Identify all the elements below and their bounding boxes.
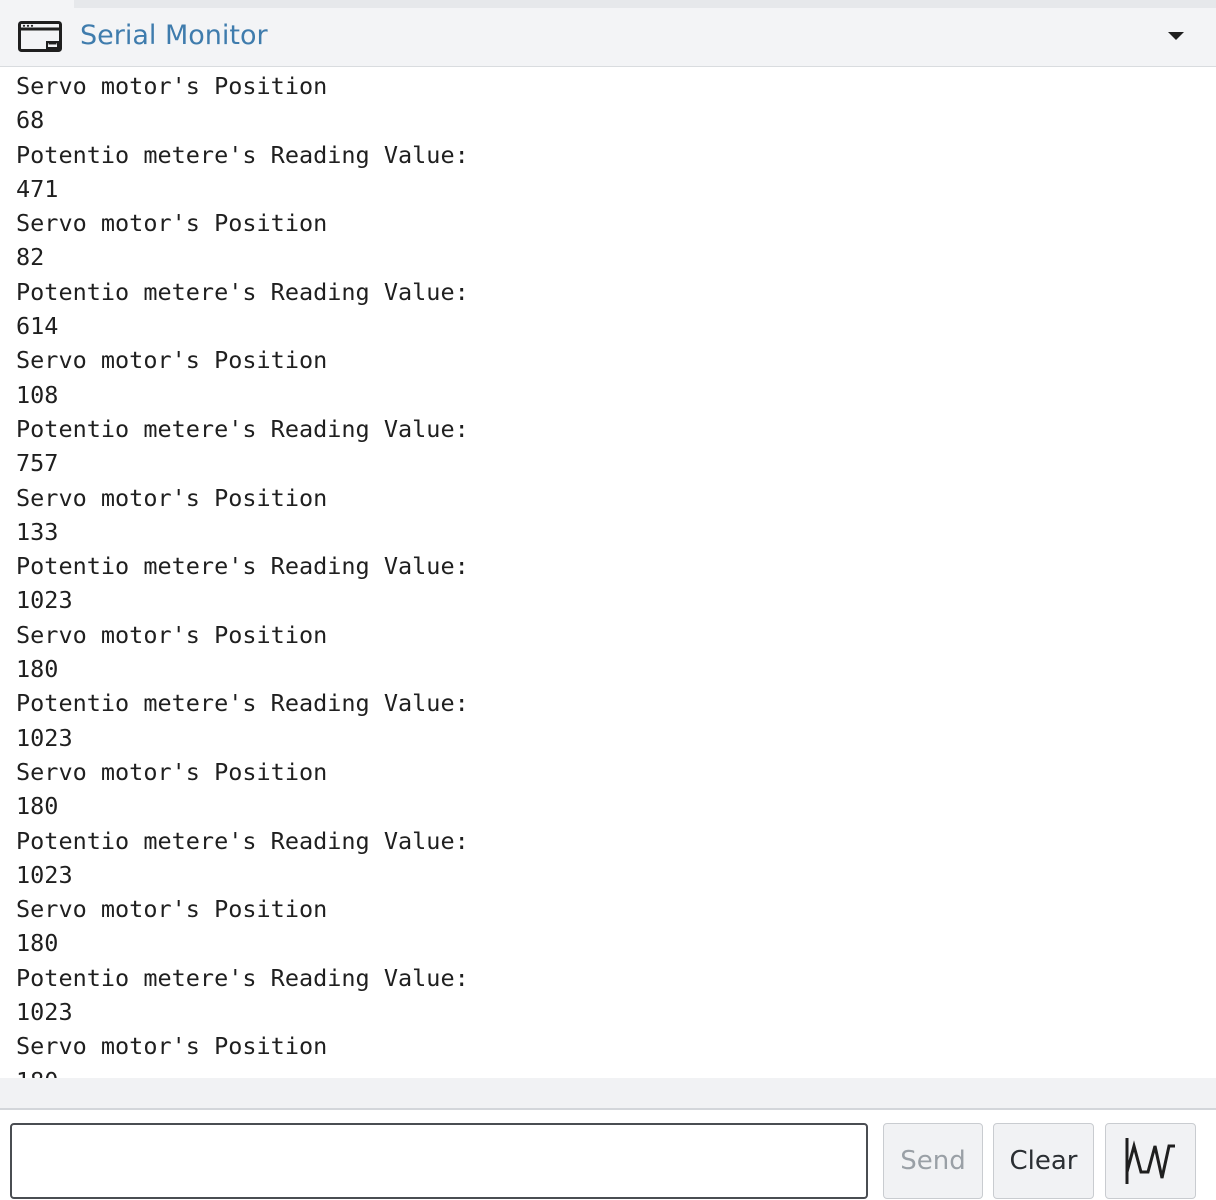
output-line: Servo motor's Position — [16, 895, 328, 924]
output-line: 614 — [16, 312, 59, 341]
top-strip — [0, 0, 1216, 8]
output-line: Potentio metere's Reading Value: — [16, 689, 469, 718]
output-line: Servo motor's Position — [16, 757, 328, 786]
panel-title: Serial Monitor — [80, 20, 268, 51]
output-line: 180 — [16, 929, 59, 958]
output-line: 180 — [16, 655, 59, 684]
output-line: 180 — [16, 792, 59, 821]
clear-button-label: Clear — [1009, 1146, 1078, 1176]
clear-button[interactable]: Clear — [993, 1123, 1094, 1199]
send-button[interactable]: Send — [883, 1123, 983, 1199]
output-line: 1023 — [16, 586, 73, 615]
send-button-label: Send — [900, 1146, 966, 1176]
tab-stub — [0, 0, 74, 8]
output-line: 108 — [16, 380, 59, 409]
output-line: Potentio metere's Reading Value: — [16, 552, 469, 581]
output-line: 68 — [16, 106, 45, 135]
output-lines: Servo motor's Position 68 Potentio metere'… — [16, 69, 469, 1078]
output-line: 133 — [16, 517, 59, 546]
output-line: Potentio metere's Reading Value: — [16, 826, 469, 855]
output-line: Potentio metere's Reading Value: — [16, 414, 469, 443]
message-input[interactable] — [10, 1123, 868, 1199]
serial-plotter-icon — [1125, 1138, 1175, 1184]
output-input-separator — [0, 1078, 1216, 1110]
output-line: Potentio metere's Reading Value: — [16, 140, 469, 169]
output-line: Servo motor's Position — [16, 72, 328, 100]
output-line: 757 — [16, 449, 59, 478]
output-line: 471 — [16, 174, 59, 203]
output-line: Servo motor's Position — [16, 620, 328, 649]
output-line: Potentio metere's Reading Value: — [16, 277, 469, 306]
output-line: Servo motor's Position — [16, 209, 328, 238]
output-line: Servo motor's Position — [16, 346, 328, 375]
caret-down-icon[interactable] — [1162, 26, 1190, 46]
output-line: Potentio metere's Reading Value: — [16, 963, 469, 992]
serial-monitor-header: Serial Monitor — [0, 8, 1216, 67]
output-line: Servo motor's Position — [16, 483, 328, 512]
serial-window-icon — [18, 21, 62, 52]
output-line: 82 — [16, 243, 45, 272]
serial-output[interactable]: Servo motor's Position 68 Potentio metere'… — [0, 68, 1216, 1078]
output-line: 1023 — [16, 860, 73, 889]
output-line: 180 — [16, 1064, 469, 1078]
serial-plotter-button[interactable] — [1105, 1123, 1196, 1199]
output-line: 1023 — [16, 998, 73, 1027]
serial-input-bar: Send Clear — [0, 1110, 1216, 1200]
output-line: Servo motor's Position — [16, 1032, 328, 1061]
output-line: 1023 — [16, 723, 73, 752]
